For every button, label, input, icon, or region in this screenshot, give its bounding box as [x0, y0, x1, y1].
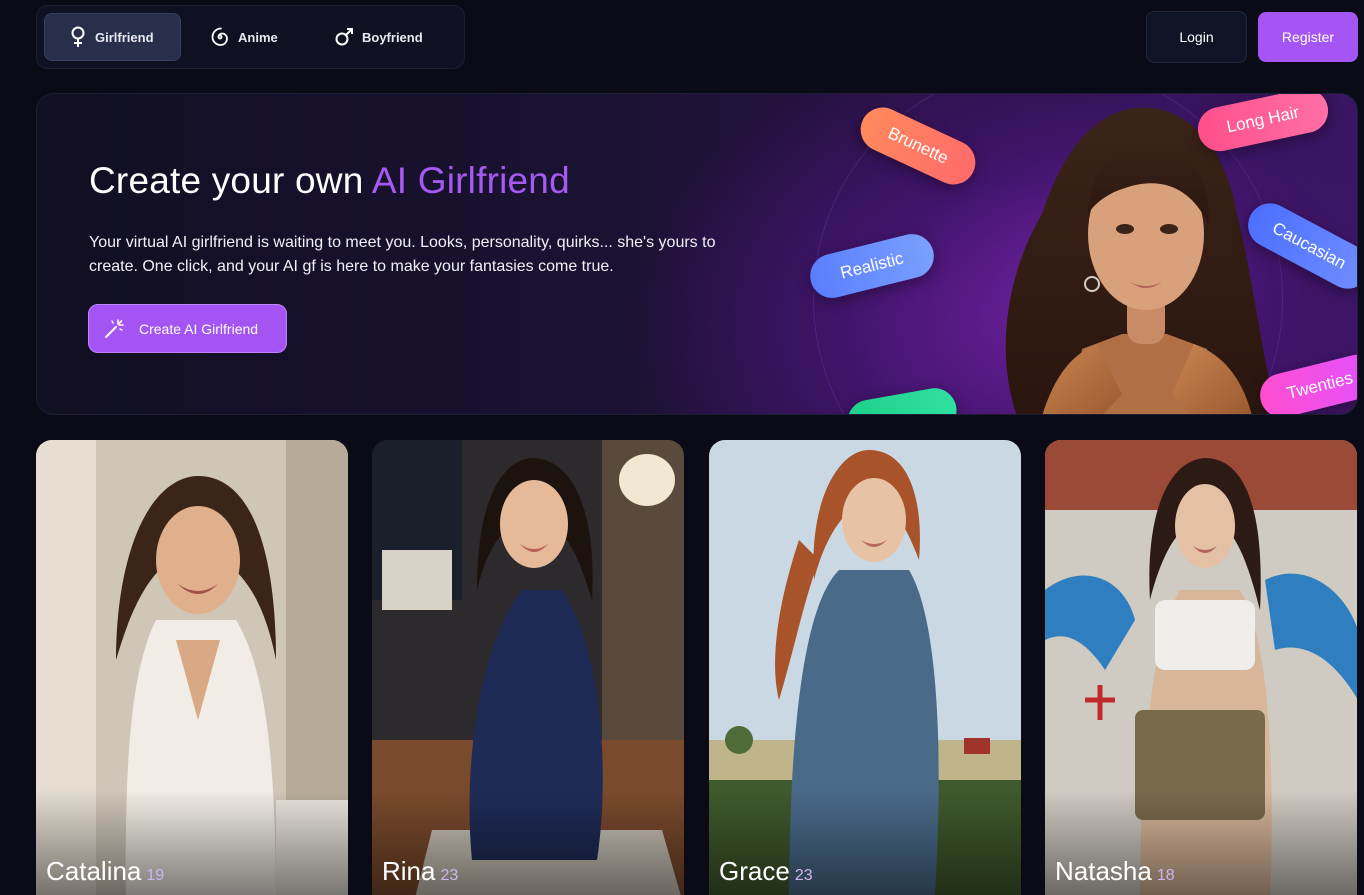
character-age: 23 [794, 867, 813, 884]
character-name: Natasha [1055, 856, 1152, 886]
character-name: Grace [719, 856, 790, 886]
tag-label: Realistic [838, 248, 906, 283]
male-symbol-icon [335, 28, 353, 46]
tab-girlfriend[interactable]: Girlfriend [44, 13, 181, 61]
character-age: 23 [440, 867, 459, 884]
tag-label: Twenties [1285, 368, 1355, 403]
tab-anime-label: Anime [238, 29, 278, 45]
spiral-icon [211, 27, 228, 46]
category-tabs: Girlfriend Anime Boyfriend [36, 5, 465, 69]
female-symbol-icon [71, 26, 85, 47]
hero-title-prefix: Create your own [89, 160, 372, 201]
tag-label: Long Hair [1224, 102, 1301, 137]
character-age: 19 [146, 867, 165, 884]
login-button[interactable]: Login [1146, 11, 1247, 63]
register-button[interactable]: Register [1258, 12, 1358, 62]
tab-boyfriend[interactable]: Boyfriend [311, 13, 451, 61]
character-caption: Natasha 18 [1055, 856, 1175, 887]
magic-wand-icon [105, 318, 124, 338]
character-caption: Catalina 19 [46, 856, 164, 887]
character-card-grace[interactable]: Grace 23 [709, 440, 1021, 895]
tab-boyfriend-label: Boyfriend [362, 29, 423, 45]
character-name: Rina [382, 856, 436, 886]
character-caption: Grace 23 [719, 856, 813, 887]
hero-title-accent: AI Girlfriend [371, 160, 570, 201]
create-ai-girlfriend-button[interactable]: Create AI Girlfriend [88, 304, 287, 353]
character-caption: Rina 23 [382, 856, 458, 887]
hero-banner: Brunette Long Hair Realistic Caucasian T… [36, 93, 1358, 415]
tab-anime[interactable]: Anime [181, 13, 311, 61]
tab-girlfriend-label: Girlfriend [95, 29, 154, 45]
character-age: 18 [1156, 867, 1175, 884]
character-name: Catalina [46, 856, 142, 886]
character-card-catalina[interactable]: Catalina 19 [36, 440, 348, 895]
hero-description: Your virtual AI girlfriend is waiting to… [89, 234, 716, 275]
hero-title: Create your own AI Girlfriend [89, 160, 570, 202]
character-card-rina[interactable]: Rina 23 [372, 440, 684, 895]
create-ai-girlfriend-label: Create AI Girlfriend [139, 320, 259, 337]
character-card-natasha[interactable]: Natasha 18 [1045, 440, 1357, 895]
